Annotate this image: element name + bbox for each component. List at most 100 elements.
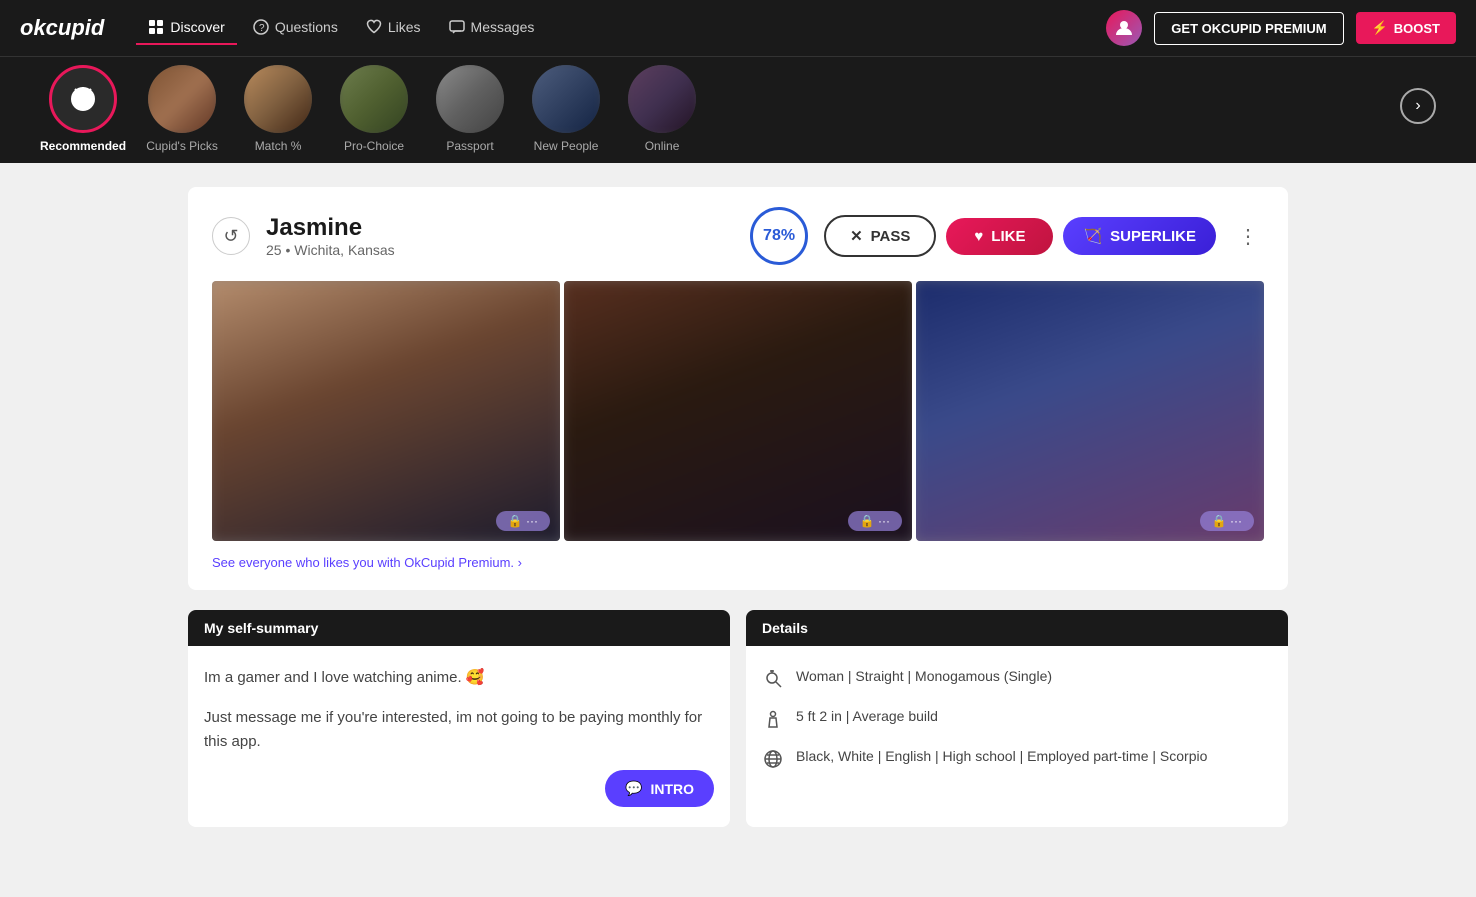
category-new-people-label: New People bbox=[534, 139, 599, 153]
category-passport[interactable]: Passport bbox=[430, 65, 510, 163]
boost-label: BOOST bbox=[1394, 21, 1440, 36]
profile-name: Jasmine bbox=[266, 214, 734, 242]
photo-badge-1: 🔒 ··· bbox=[496, 511, 550, 531]
brand-logo: okcupid bbox=[20, 15, 104, 41]
undo-button[interactable]: ↺ bbox=[212, 217, 250, 255]
category-bar: Recommended Cupid's Picks Match % Pro-Ch… bbox=[0, 56, 1476, 163]
category-match[interactable]: Match % bbox=[238, 65, 318, 163]
recommended-icon bbox=[68, 84, 98, 114]
profile-location: Wichita, Kansas bbox=[294, 242, 394, 258]
premium-likes-prompt[interactable]: See everyone who likes you with OkCupid … bbox=[212, 555, 1264, 570]
category-recommended-label: Recommended bbox=[40, 139, 126, 153]
chevron-right-icon: › bbox=[1415, 97, 1420, 115]
pass-x-icon: ✕ bbox=[850, 227, 863, 245]
discover-icon bbox=[148, 19, 164, 35]
details-panel: Details Woman | Straight | Monogamous (S… bbox=[746, 610, 1288, 827]
premium-prompt-text: See everyone who likes you with OkCupid … bbox=[212, 555, 522, 570]
cupids-picks-photo bbox=[148, 65, 216, 133]
pro-choice-photo bbox=[340, 65, 408, 133]
passport-photo bbox=[436, 65, 504, 133]
svg-text:?: ? bbox=[259, 23, 265, 34]
nav-right: GET OKCUPID PREMIUM ⚡ BOOST bbox=[1106, 10, 1456, 46]
detail-gender-text: Woman | Straight | Monogamous (Single) bbox=[796, 666, 1052, 687]
photo-badge-2: 🔒 ··· bbox=[848, 511, 902, 531]
nav-links: Discover ? Questions Likes Messages bbox=[136, 11, 1082, 45]
likes-icon bbox=[366, 19, 382, 35]
details-body: Woman | Straight | Monogamous (Single) 5… bbox=[746, 646, 1288, 806]
profile-photo-1[interactable]: 🔒 ··· bbox=[212, 281, 560, 541]
profile-photo-3[interactable]: 🔒 ··· bbox=[916, 281, 1264, 541]
intro-button[interactable]: 💬 INTRO bbox=[605, 770, 714, 807]
online-photo bbox=[628, 65, 696, 133]
category-online[interactable]: Online bbox=[622, 65, 702, 163]
messages-icon bbox=[449, 19, 465, 35]
category-match-label: Match % bbox=[255, 139, 302, 153]
detail-row-height: 5 ft 2 in | Average build bbox=[762, 706, 1272, 730]
superlike-icon: 🏹 bbox=[1083, 227, 1102, 245]
navbar: okcupid Discover ? Questions Likes Messa… bbox=[0, 0, 1476, 56]
summary-line-2: Just message me if you're interested, im… bbox=[204, 706, 714, 754]
nav-likes-label: Likes bbox=[388, 19, 421, 35]
height-icon bbox=[762, 708, 784, 730]
profile-header: ↺ Jasmine 25 • Wichita, Kansas 78% ✕ PAS… bbox=[212, 207, 1264, 265]
nav-discover[interactable]: Discover bbox=[136, 11, 236, 45]
profile-meta: 25 • Wichita, Kansas bbox=[266, 242, 734, 258]
photo-blur-overlay-3 bbox=[916, 281, 1264, 541]
nav-questions[interactable]: ? Questions bbox=[241, 11, 350, 45]
intro-label: INTRO bbox=[650, 781, 694, 797]
nav-messages-label: Messages bbox=[471, 19, 535, 35]
category-cupids-picks-label: Cupid's Picks bbox=[146, 139, 218, 153]
profile-photo-2[interactable]: 🔒 ··· bbox=[564, 281, 912, 541]
category-new-people[interactable]: New People bbox=[526, 65, 606, 163]
nav-messages[interactable]: Messages bbox=[437, 11, 547, 45]
intro-button-container: 💬 INTRO bbox=[204, 770, 714, 807]
main-content: ↺ Jasmine 25 • Wichita, Kansas 78% ✕ PAS… bbox=[168, 187, 1308, 827]
nav-discover-label: Discover bbox=[170, 19, 224, 35]
category-passport-label: Passport bbox=[446, 139, 493, 153]
boost-icon: ⚡ bbox=[1372, 20, 1388, 36]
profile-card: ↺ Jasmine 25 • Wichita, Kansas 78% ✕ PAS… bbox=[188, 187, 1288, 590]
detail-row-background: Black, White | English | High school | E… bbox=[762, 746, 1272, 770]
match-percent-badge: 78% bbox=[750, 207, 808, 265]
superlike-label: SUPERLIKE bbox=[1110, 228, 1196, 245]
recommended-icon-wrap bbox=[49, 65, 117, 133]
detail-row-gender: Woman | Straight | Monogamous (Single) bbox=[762, 666, 1272, 690]
globe-icon bbox=[762, 748, 784, 770]
match-photo bbox=[244, 65, 312, 133]
self-summary-header: My self-summary bbox=[188, 610, 730, 646]
profile-photos: 🔒 ··· 🔒 ··· 🔒 ··· bbox=[212, 281, 1264, 541]
photo-badge-3: 🔒 ··· bbox=[1200, 511, 1254, 531]
intro-chat-icon: 💬 bbox=[625, 780, 642, 797]
category-pro-choice[interactable]: Pro-Choice bbox=[334, 65, 414, 163]
like-heart-icon: ♥ bbox=[974, 228, 983, 245]
summary-line-1: Im a gamer and I love watching anime. 🥰 bbox=[204, 666, 714, 690]
profile-name-section: Jasmine 25 • Wichita, Kansas bbox=[266, 214, 734, 258]
premium-button[interactable]: GET OKCUPID PREMIUM bbox=[1154, 12, 1343, 45]
category-online-label: Online bbox=[645, 139, 680, 153]
boost-button[interactable]: ⚡ BOOST bbox=[1356, 12, 1456, 44]
category-next-button[interactable]: › bbox=[1400, 88, 1436, 124]
photo-blur-overlay-1 bbox=[212, 281, 560, 541]
category-list: Recommended Cupid's Picks Match % Pro-Ch… bbox=[40, 65, 1392, 163]
category-pro-choice-label: Pro-Choice bbox=[344, 139, 404, 153]
category-recommended[interactable]: Recommended bbox=[40, 65, 126, 163]
category-cupids-picks[interactable]: Cupid's Picks bbox=[142, 65, 222, 163]
undo-icon: ↺ bbox=[223, 226, 238, 247]
like-button[interactable]: ♥ LIKE bbox=[946, 218, 1053, 255]
nav-likes[interactable]: Likes bbox=[354, 11, 433, 45]
photo-blur-overlay-2 bbox=[564, 281, 912, 541]
gender-icon bbox=[762, 668, 784, 690]
like-label: LIKE bbox=[991, 228, 1025, 245]
user-avatar[interactable] bbox=[1106, 10, 1142, 46]
more-options-button[interactable]: ⋮ bbox=[1232, 220, 1264, 252]
action-buttons: ✕ PASS ♥ LIKE 🏹 SUPERLIKE bbox=[824, 215, 1216, 257]
self-summary-panel: My self-summary Im a gamer and I love wa… bbox=[188, 610, 730, 827]
detail-height-text: 5 ft 2 in | Average build bbox=[796, 706, 938, 727]
superlike-button[interactable]: 🏹 SUPERLIKE bbox=[1063, 217, 1216, 255]
questions-icon: ? bbox=[253, 19, 269, 35]
pass-button[interactable]: ✕ PASS bbox=[824, 215, 936, 257]
pass-label: PASS bbox=[871, 228, 911, 245]
detail-background-text: Black, White | English | High school | E… bbox=[796, 746, 1207, 767]
new-people-photo bbox=[532, 65, 600, 133]
self-summary-body: Im a gamer and I love watching anime. 🥰 … bbox=[188, 646, 730, 827]
